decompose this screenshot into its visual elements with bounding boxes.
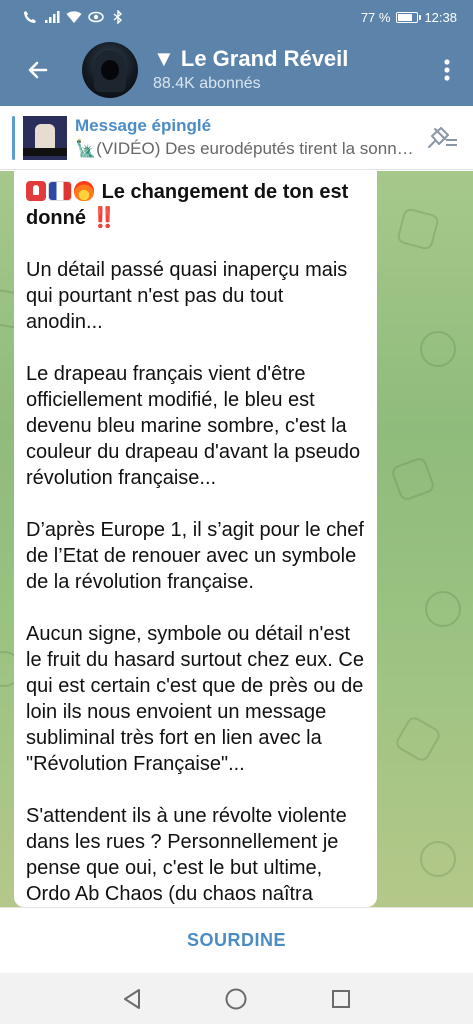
message-bubble[interactable]: Le changement de ton est donné ‼️ Un dét…	[14, 171, 377, 907]
bluetooth-icon	[110, 9, 126, 25]
triangle-back-icon	[124, 988, 141, 1009]
back-button[interactable]	[10, 34, 66, 106]
more-options-button[interactable]	[427, 34, 467, 106]
nav-recents-button[interactable]	[321, 979, 361, 1019]
status-right: 77 % 12:38	[361, 10, 457, 25]
status-left	[22, 9, 126, 25]
more-vertical-icon	[444, 59, 450, 81]
square-recents-icon	[331, 989, 350, 1008]
message-heading: Le changement de ton est donné ‼️	[26, 179, 365, 231]
battery-percent: 77 %	[360, 9, 391, 25]
battery-icon	[396, 11, 422, 23]
clock: 12:38	[424, 9, 457, 25]
fire-icon	[74, 181, 94, 201]
eye-icon	[88, 9, 104, 25]
channel-avatar[interactable]	[82, 42, 138, 98]
double-exclamation-icon: ‼️	[91, 207, 117, 229]
channel-title-block[interactable]: ▼ Le Grand Réveil 88.4K abonnés	[153, 46, 427, 95]
mute-button[interactable]: SOURDINE	[0, 907, 473, 973]
message-paragraph: S'attendent ils à une révolte violente d…	[26, 805, 347, 905]
message-paragraph: D’après Europe 1, il s’agit pour le chef…	[26, 519, 364, 593]
pinned-accent-bar	[12, 115, 15, 160]
channel-title: ▼ Le Grand Réveil	[153, 45, 349, 71]
wifi-icon	[66, 9, 82, 25]
french-flag-icon	[48, 181, 72, 201]
message-paragraph: Aucun signe, symbole ou détail n'est le …	[26, 623, 364, 775]
call-icon	[22, 9, 38, 25]
nav-home-button[interactable]	[216, 979, 256, 1019]
pin-off-icon	[428, 126, 457, 148]
subscriber-count: 88.4K abonnés	[153, 74, 261, 92]
unpin-button[interactable]	[419, 106, 465, 170]
pinned-message-bar[interactable]: Message épinglé 🗽(VIDÉO) Des eurodéputés…	[0, 106, 473, 170]
mute-label: SOURDINE	[186, 930, 286, 950]
signal-icon	[44, 9, 60, 25]
system-nav-bar	[0, 973, 473, 1024]
chat-area[interactable]: Le changement de ton est donné ‼️ Un dét…	[0, 171, 473, 907]
pinned-thumbnail	[23, 115, 67, 160]
nav-back-button[interactable]	[112, 979, 152, 1019]
channel-header: ▼ Le Grand Réveil 88.4K abonnés	[0, 34, 473, 106]
pinned-label: Message épinglé	[75, 115, 212, 135]
alarm-light-icon	[26, 181, 46, 201]
pinned-text: Message épinglé 🗽(VIDÉO) Des eurodéputés…	[75, 115, 419, 161]
status-bar: 77 % 12:38	[0, 0, 473, 34]
message-paragraph: Le drapeau français vient d'être officie…	[26, 363, 361, 489]
circle-home-icon	[225, 988, 247, 1009]
arrow-left-icon	[28, 61, 48, 79]
pinned-preview: 🗽(VIDÉO) Des eurodéputés tirent la sonne…	[75, 138, 415, 158]
message-paragraph: Un détail passé quasi inaperçu mais qui …	[26, 259, 348, 333]
